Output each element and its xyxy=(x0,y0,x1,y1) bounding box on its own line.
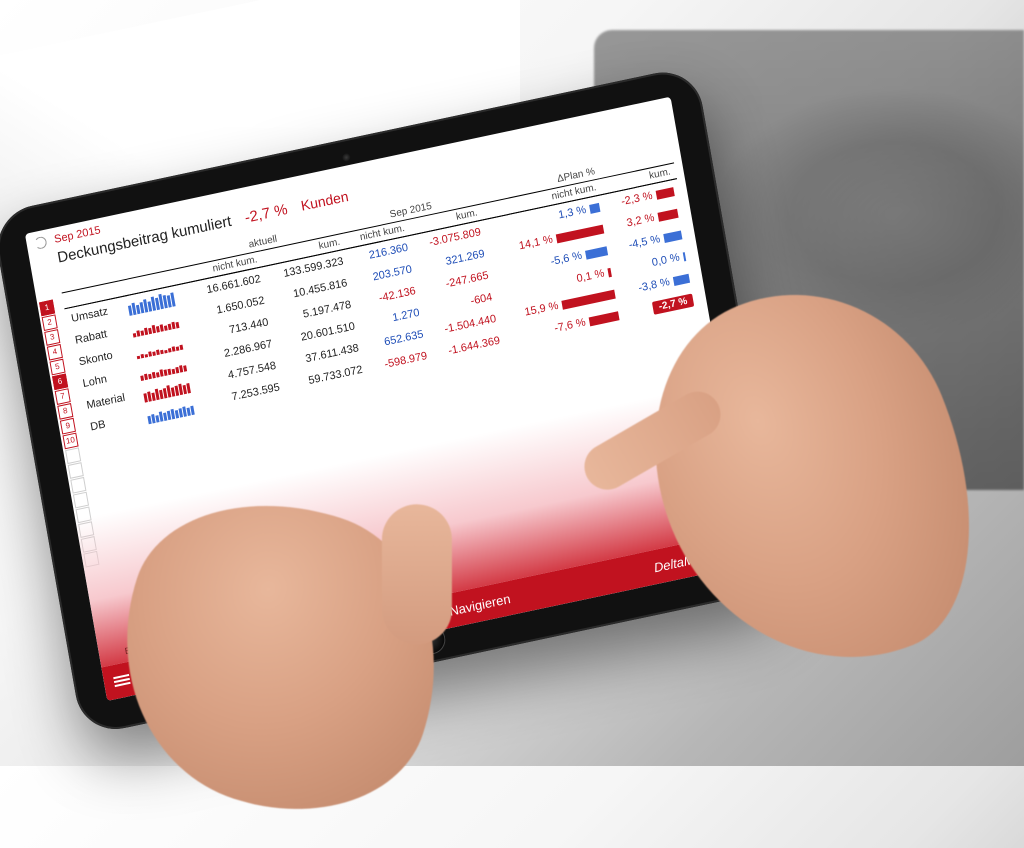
tablet-camera xyxy=(342,153,351,163)
zoom-button[interactable]: Zoomen xyxy=(343,616,392,641)
brand-label: DeltaMaster xyxy=(653,545,724,574)
app-screen: Sep 2015 Deckungsbeitrag kumuliert -2,7 … xyxy=(25,97,753,701)
brand-logo-icon xyxy=(725,544,739,558)
bottom-toolbar: Zoomen Navigieren DeltaMaster xyxy=(101,530,752,701)
menu-icon[interactable] xyxy=(113,674,130,687)
page-tab-18[interactable] xyxy=(83,551,99,568)
refresh-icon[interactable] xyxy=(34,236,48,250)
navigate-button[interactable]: Navigieren xyxy=(448,591,511,619)
brand: DeltaMaster xyxy=(653,542,740,575)
